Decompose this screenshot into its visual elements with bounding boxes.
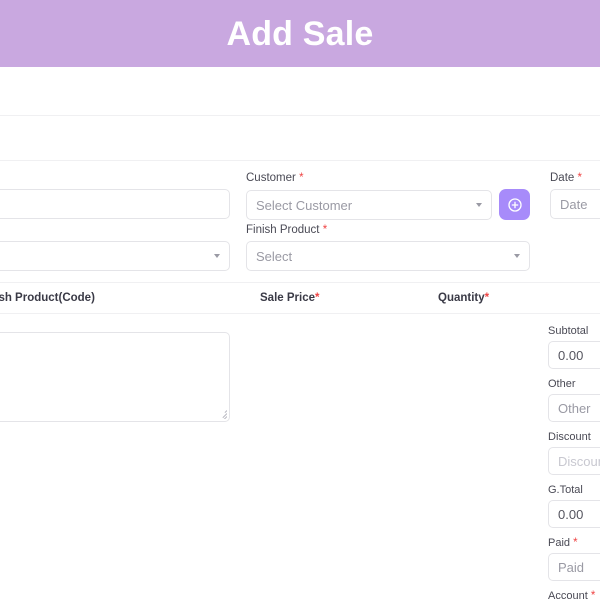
column-header-quantity: Quantity*	[438, 292, 489, 304]
required-asterisk: *	[484, 292, 490, 304]
customer-select[interactable]: Select Customer	[246, 190, 492, 220]
customer-select-value: Select Customer	[256, 197, 353, 213]
line-items-table-header: Finish Product(Code) Sale Price* Quantit…	[0, 282, 600, 314]
invoice-input[interactable]: 023	[0, 189, 230, 219]
discount-label: Discount	[548, 431, 600, 443]
left-select-group	[0, 224, 230, 271]
resize-handle-icon[interactable]	[217, 409, 227, 419]
finish-product-value: Select	[256, 248, 293, 264]
subtotal-group: Subtotal 0.00	[548, 325, 600, 369]
plus-circle-icon	[507, 197, 522, 212]
finish-product-label-text: Finish Product	[246, 224, 320, 236]
left-select-label	[0, 224, 230, 236]
chevron-down-icon	[214, 254, 220, 258]
customer-label: Customer *	[246, 172, 530, 184]
column-header-quantity-text: Quantity	[438, 292, 485, 304]
account-label-text: Account	[548, 590, 588, 600]
grand-total-group: G.Total 0.00	[548, 484, 600, 528]
paid-label: Paid *	[548, 537, 600, 549]
other-label-text: Other	[548, 378, 576, 390]
column-header-sale-price: Sale Price*	[260, 292, 319, 304]
chevron-down-icon	[476, 203, 482, 207]
discount-input[interactable]: Discount	[548, 447, 600, 475]
page-header-banner: Add Sale	[0, 0, 600, 67]
subtotal-label: Subtotal	[548, 325, 600, 337]
page-title: Add Sale	[226, 14, 374, 53]
required-asterisk: *	[299, 172, 304, 184]
required-asterisk: *	[577, 172, 582, 184]
account-label: Account *	[548, 590, 600, 600]
invoice-field-group: * 023	[0, 172, 230, 219]
discount-label-text: Discount	[548, 431, 591, 443]
paid-group: Paid * Paid	[548, 537, 600, 581]
form-canvas: * 023 Customer * Select Customer	[0, 160, 600, 600]
invoice-label: *	[0, 172, 230, 184]
finish-product-select[interactable]: Select	[246, 241, 530, 271]
date-input[interactable]: Date	[550, 189, 600, 219]
date-label-text: Date	[550, 172, 575, 184]
grand-total-label-text: G.Total	[548, 484, 583, 496]
subtotal-input[interactable]: 0.00	[548, 341, 600, 369]
chevron-down-icon	[514, 254, 520, 258]
customer-row: Select Customer	[246, 189, 530, 220]
grand-total-input[interactable]: 0.00	[548, 500, 600, 528]
subtotal-label-text: Subtotal	[548, 325, 589, 337]
grand-total-label: G.Total	[548, 484, 600, 496]
required-asterisk: *	[590, 590, 596, 600]
required-asterisk: *	[573, 537, 578, 549]
customer-label-text: Customer	[246, 172, 296, 184]
customer-field-group: Customer * Select Customer	[246, 172, 530, 220]
required-asterisk: *	[314, 292, 320, 304]
required-asterisk: *	[322, 224, 328, 236]
add-sale-page: Add Sale * 023 Customer *	[0, 0, 600, 600]
paid-label-text: Paid	[548, 537, 571, 549]
other-group: Other Other	[548, 378, 600, 422]
date-field-group: Date * Date	[550, 172, 600, 219]
discount-group: Discount Discount	[548, 431, 600, 475]
column-header-finish-product-text: Finish Product(Code)	[0, 292, 95, 304]
section-divider-top	[0, 115, 600, 116]
column-header-finish-product: Finish Product(Code)	[0, 292, 95, 304]
add-customer-button[interactable]	[499, 189, 530, 220]
left-select-dropdown[interactable]	[0, 241, 230, 271]
finish-product-label: Finish Product *	[246, 224, 530, 236]
finish-product-field-group: Finish Product * Select	[246, 224, 530, 271]
other-input[interactable]: Other	[548, 394, 600, 422]
column-header-sale-price-text: Sale Price	[260, 292, 315, 304]
account-group: Account * Select	[548, 590, 600, 600]
notes-textarea[interactable]	[0, 332, 230, 422]
totals-summary-panel: Subtotal 0.00 Other Other Discount Disco…	[548, 325, 600, 600]
other-label: Other	[548, 378, 600, 390]
paid-input[interactable]: Paid	[548, 553, 600, 581]
date-label: Date *	[550, 172, 600, 184]
